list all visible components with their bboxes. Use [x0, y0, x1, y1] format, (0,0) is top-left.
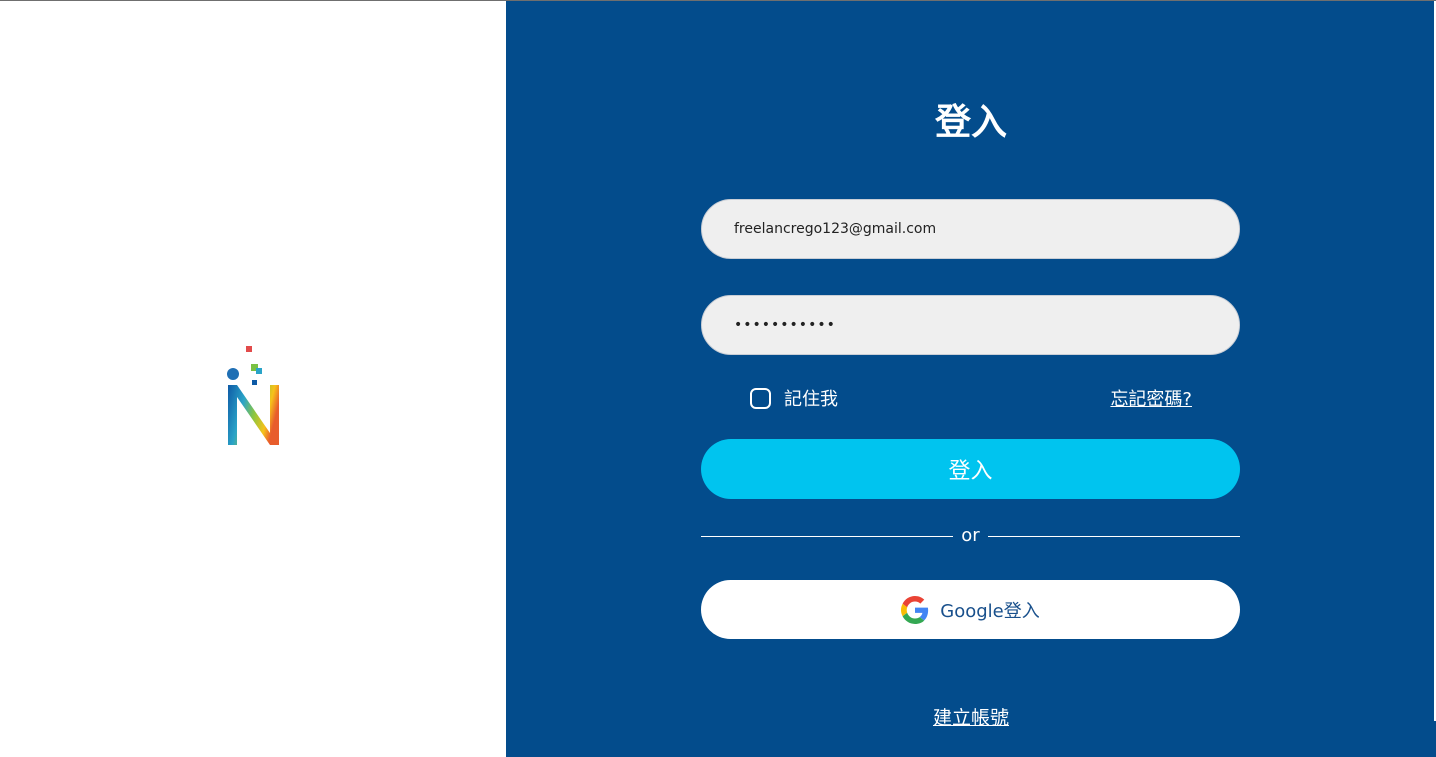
login-panel: 登入 freelancrego123@gmail.com •••••••••••… [506, 1, 1436, 757]
forgot-password-link[interactable]: 忘記密碼? [1110, 385, 1192, 411]
password-value: ••••••••••• [734, 317, 836, 333]
brand-panel [0, 1, 506, 757]
remember-checkbox[interactable] [750, 387, 771, 409]
remember-me[interactable]: 記住我 [750, 385, 838, 411]
email-value: freelancrego123@gmail.com [734, 221, 937, 237]
google-button-label: Google登入 [940, 600, 1040, 622]
n-logo-icon [227, 346, 279, 445]
login-page: 登入 freelancrego123@gmail.com •••••••••••… [0, 0, 1436, 757]
page-title: 登入 [934, 102, 1007, 143]
email-field[interactable]: freelancrego123@gmail.com [701, 199, 1240, 259]
or-divider: or [701, 525, 1240, 549]
create-account-link[interactable]: 建立帳號 [506, 703, 1436, 730]
divider-line-right [988, 536, 1240, 537]
login-button[interactable]: 登入 [701, 439, 1240, 499]
password-field[interactable]: ••••••••••• [701, 295, 1240, 355]
google-icon [901, 595, 929, 624]
remember-label: 記住我 [784, 389, 838, 410]
google-login-button[interactable]: Google登入 [701, 580, 1240, 639]
